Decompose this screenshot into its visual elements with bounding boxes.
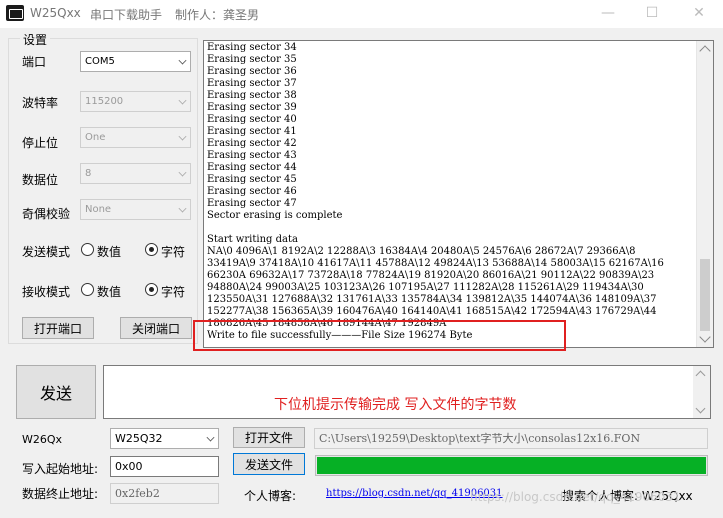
recv-mode-hex-radio[interactable] bbox=[81, 283, 94, 296]
stopbit-value: One bbox=[85, 132, 106, 143]
log-line: Erasing sector 37 bbox=[207, 78, 297, 89]
send-file-button[interactable]: 发送文件 bbox=[233, 453, 305, 475]
chevron-down-icon bbox=[178, 132, 187, 141]
log-line: Erasing sector 47 bbox=[207, 198, 297, 209]
send-mode-hex-label: 数值 bbox=[97, 245, 122, 259]
parity-value: None bbox=[85, 204, 112, 215]
window-title: W25Qxx bbox=[30, 6, 81, 20]
chevron-down-icon bbox=[206, 433, 215, 442]
recv-mode-char-label: 字符 bbox=[161, 285, 186, 299]
databit-value: 8 bbox=[85, 168, 92, 179]
receive-log-text: Erasing sector 34 Erasing sector 35 Erasin… bbox=[207, 42, 697, 342]
baud-select[interactable]: 115200 bbox=[80, 91, 191, 112]
watermark: https://blog.csdn.net/qq_41906031 bbox=[470, 490, 681, 504]
port-label: 端口 bbox=[22, 55, 47, 69]
log-line: Erasing sector 41 bbox=[207, 126, 297, 137]
file-path-field[interactable]: C:\Users\19259\Desktop\text字节大小\consolas… bbox=[314, 428, 708, 449]
baud-label: 波特率 bbox=[22, 96, 59, 110]
highlight-annotation-box bbox=[193, 320, 566, 351]
start-addr-field[interactable]: 0x00 bbox=[110, 456, 219, 477]
port-select[interactable]: COM5 bbox=[80, 51, 191, 72]
open-file-button[interactable]: 打开文件 bbox=[233, 427, 305, 448]
send-mode-char-radio[interactable] bbox=[145, 243, 158, 256]
log-line: Erasing sector 38 bbox=[207, 90, 297, 101]
log-line: Erasing sector 43 bbox=[207, 150, 297, 161]
log-line: 33419A\9 37418A\10 41617A\11 45788A\12 4… bbox=[207, 258, 664, 269]
log-line: NA\0 4096A\1 8192A\2 12288A\3 16384A\4 2… bbox=[207, 246, 636, 257]
maximize-icon[interactable]: ☐ bbox=[637, 2, 667, 24]
baud-value: 115200 bbox=[85, 96, 124, 107]
recv-mode-hex-label: 数值 bbox=[97, 285, 122, 299]
log-line: Erasing sector 39 bbox=[207, 102, 297, 113]
chip-label: W26Qx bbox=[22, 433, 63, 446]
log-line: Erasing sector 35 bbox=[207, 54, 297, 65]
scroll-up-icon[interactable] bbox=[695, 370, 706, 381]
open-port-button[interactable]: 打开端口 bbox=[22, 317, 94, 339]
log-line: Erasing sector 34 bbox=[207, 42, 297, 53]
chevron-down-icon bbox=[178, 204, 187, 213]
log-line: Erasing sector 36 bbox=[207, 66, 297, 77]
databit-label: 数据位 bbox=[22, 173, 59, 187]
recv-mode-char-radio[interactable] bbox=[145, 283, 158, 296]
chevron-down-icon bbox=[178, 96, 187, 105]
log-line: Sector erasing is complete bbox=[207, 210, 343, 221]
parity-select[interactable]: None bbox=[80, 199, 191, 220]
send-annotation: 下位机提示传输完成 写入文件的字节数 bbox=[274, 397, 517, 413]
scroll-up-icon[interactable] bbox=[699, 45, 711, 57]
stopbit-select[interactable]: One bbox=[80, 127, 191, 148]
log-line: 152277A\38 156365A\39 160476A\40 164140A… bbox=[207, 306, 657, 317]
stopbit-label: 停止位 bbox=[22, 136, 59, 150]
end-addr-field[interactable]: 0x2feb2 bbox=[110, 483, 219, 504]
send-mode-label: 发送模式 bbox=[22, 245, 71, 259]
chevron-down-icon bbox=[178, 168, 187, 177]
close-icon[interactable]: ✕ bbox=[684, 2, 714, 24]
scroll-thumb[interactable] bbox=[700, 259, 710, 331]
chip-select[interactable]: W25Q32 bbox=[110, 428, 219, 449]
databit-select[interactable]: 8 bbox=[80, 163, 191, 184]
end-addr-label: 数据终止地址: bbox=[22, 487, 99, 501]
send-button[interactable]: 发送 bbox=[16, 365, 96, 419]
settings-group-title: 设置 bbox=[20, 31, 51, 48]
chevron-down-icon bbox=[178, 56, 187, 65]
send-scrollbar[interactable] bbox=[693, 366, 710, 418]
log-line: Erasing sector 44 bbox=[207, 162, 297, 173]
title-bar: W25Qxx 串口下载助手 制作人：龚圣男 — ☐ ✕ bbox=[0, 0, 723, 28]
close-port-button[interactable]: 关闭端口 bbox=[120, 317, 192, 339]
log-line: Erasing sector 45 bbox=[207, 174, 297, 185]
send-mode-hex-radio[interactable] bbox=[81, 243, 94, 256]
parity-label: 奇偶校验 bbox=[22, 207, 71, 221]
log-line: 123550A\31 127688A\32 131761A\33 135784A… bbox=[207, 294, 657, 305]
log-line: Erasing sector 40 bbox=[207, 114, 297, 125]
minimize-icon[interactable]: — bbox=[593, 2, 623, 24]
receive-log[interactable]: Erasing sector 34 Erasing sector 35 Erasin… bbox=[203, 40, 714, 348]
chip-value: W25Q32 bbox=[115, 432, 163, 445]
log-line: Start writing data bbox=[207, 234, 298, 245]
log-line: 94880A\24 99003A\25 103123A\26 107195A\2… bbox=[207, 282, 644, 293]
scroll-down-icon[interactable] bbox=[695, 403, 706, 414]
blog-label: 个人博客: bbox=[244, 489, 297, 503]
port-value: COM5 bbox=[85, 56, 115, 67]
upload-progress-fill bbox=[317, 457, 706, 474]
log-scrollbar[interactable] bbox=[696, 41, 713, 347]
start-addr-label: 写入起始地址: bbox=[22, 462, 99, 476]
log-line: Erasing sector 46 bbox=[207, 186, 297, 197]
send-text-area[interactable]: 下位机提示传输完成 写入文件的字节数 bbox=[103, 365, 711, 419]
scroll-down-icon[interactable] bbox=[699, 331, 711, 343]
recv-mode-label: 接收模式 bbox=[22, 285, 71, 299]
window-author: 制作人：龚圣男 bbox=[175, 8, 260, 22]
app-icon bbox=[6, 5, 24, 21]
upload-progress-bar bbox=[315, 455, 708, 476]
log-line: 66230A 69632A\17 73728A\18 77824A\19 819… bbox=[207, 270, 655, 281]
window-subtitle: 串口下载助手 bbox=[90, 8, 163, 22]
send-mode-char-label: 字符 bbox=[161, 245, 186, 259]
log-line: Erasing sector 42 bbox=[207, 138, 297, 149]
